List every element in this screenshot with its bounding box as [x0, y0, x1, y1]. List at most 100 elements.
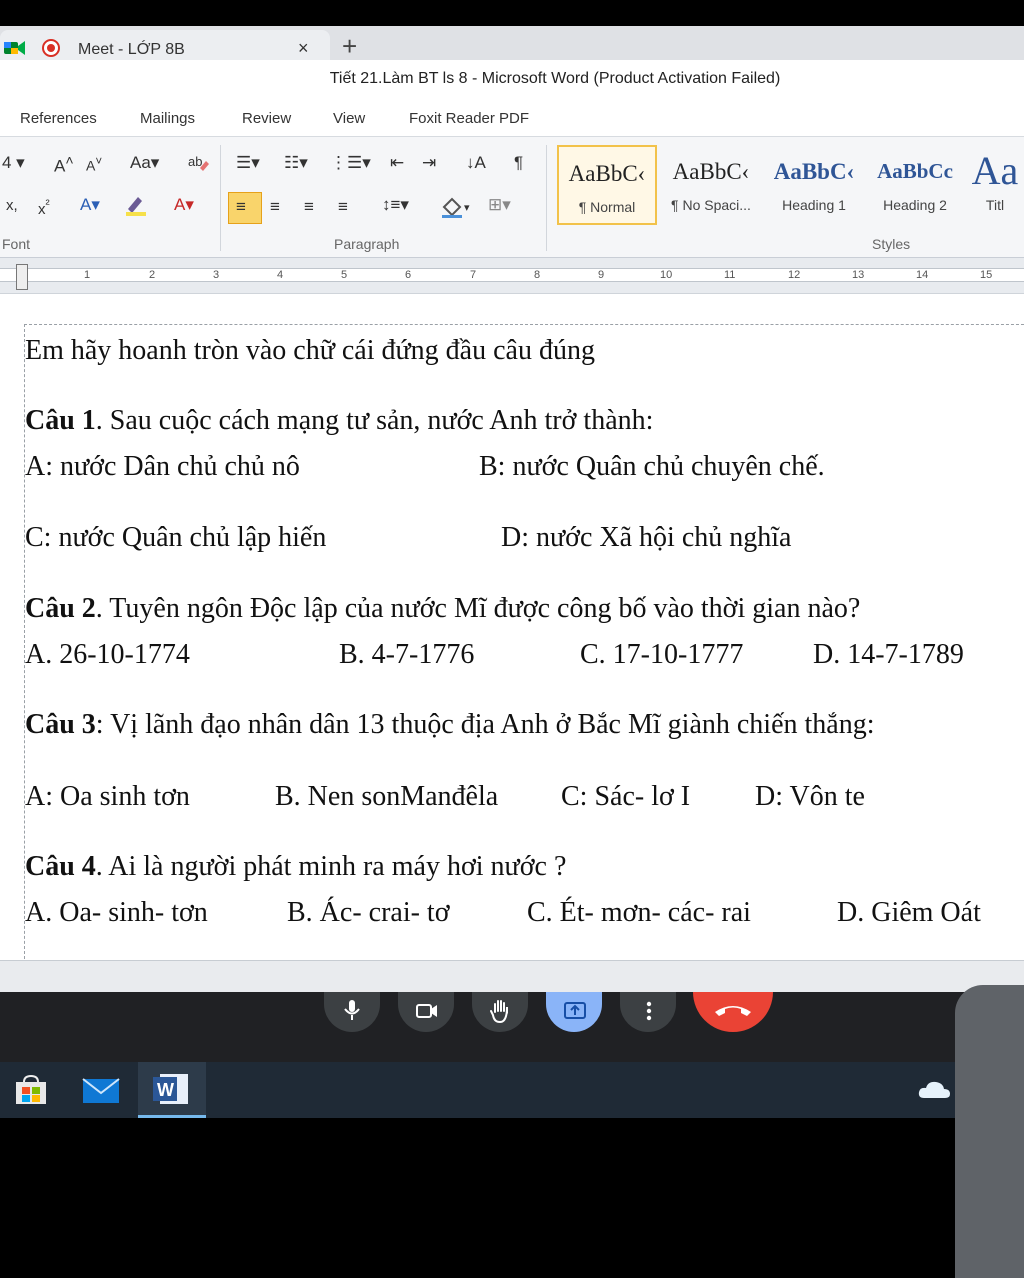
recording-icon [42, 39, 60, 57]
ruler-number: 10 [660, 269, 673, 281]
camera-icon [416, 1004, 437, 1018]
option-2c: C. 17-10-1777 [580, 639, 744, 670]
tab-view[interactable]: View [333, 110, 365, 127]
browser-tab-bar: Meet - LỚP 8B × + [0, 26, 1024, 62]
option-2a: A. 26-10-1774 [25, 639, 190, 670]
instruction-text: Em hãy hoanh tròn vào chữ cái đứng đầu c… [25, 335, 595, 366]
document-page[interactable]: Em hãy hoanh tròn vào chữ cái đứng đầu c… [24, 324, 1024, 964]
superscript-icon[interactable]: x² [38, 197, 50, 218]
subscript-icon[interactable]: x, [6, 197, 18, 214]
microphone-button[interactable] [324, 992, 380, 1032]
browser-tab-meet[interactable]: Meet - LỚP 8B × [0, 30, 330, 60]
option-1c: C: nước Quân chủ lập hiến [25, 522, 327, 553]
style-name: Heading 1 [782, 197, 846, 213]
align-center-icon[interactable]: ≡ [270, 197, 280, 217]
new-tab-button[interactable]: + [342, 31, 357, 62]
svg-text:ab: ab [188, 154, 202, 169]
onedrive-icon[interactable] [916, 1078, 952, 1107]
clear-formatting-icon[interactable]: ab [186, 151, 210, 178]
ruler-number: 14 [916, 269, 929, 281]
ruler-number: 1 [84, 269, 91, 281]
meet-side-panel [955, 985, 1024, 1278]
question-2: Câu 2. Tuyên ngôn Độc lập của nước Mĩ đư… [25, 593, 860, 625]
grow-font-icon[interactable]: A˄ [54, 153, 74, 177]
style-sample: Aa [971, 148, 1019, 193]
option-2d: D. 14-7-1789 [813, 639, 964, 670]
style-name: Titl [985, 197, 1005, 213]
hang-up-icon [715, 1006, 751, 1016]
option-4a: A. Oa- sinh- tơn [25, 897, 208, 928]
style-title[interactable]: Aa Titl [965, 145, 1024, 225]
font-size-dropdown[interactable]: 4 ▾ [2, 153, 25, 173]
align-right-icon[interactable]: ≡ [304, 197, 314, 217]
option-4d: D. Giêm Oát [837, 897, 981, 928]
question-label: Câu 3 [25, 709, 96, 740]
increase-indent-icon[interactable]: ⇥ [422, 153, 436, 173]
highlight-icon[interactable] [124, 193, 154, 222]
sort-icon[interactable]: ↓A [466, 153, 486, 173]
hang-up-button[interactable] [693, 992, 773, 1032]
borders-icon[interactable]: ⊞▾ [488, 195, 511, 215]
ruler-number: 15 [980, 269, 993, 281]
text-effects-icon[interactable]: A▾ [80, 195, 100, 215]
font-group-label: Font [2, 236, 31, 252]
raise-hand-icon [490, 1000, 508, 1024]
meet-control-bar [0, 992, 1024, 1062]
question-text: . Tuyên ngôn Độc lập của nước Mĩ được cô… [95, 593, 861, 624]
mail-icon[interactable] [82, 1076, 120, 1109]
shrink-font-icon[interactable]: A˅ [86, 155, 102, 174]
question-1: Câu 1. Sau cuộc cách mạng tư sản, nước A… [25, 405, 653, 437]
word-icon[interactable]: W [152, 1072, 190, 1111]
font-color-icon[interactable]: A▾ [174, 195, 194, 215]
numbering-icon[interactable]: ☷▾ [284, 153, 308, 173]
style-name: Heading 2 [883, 197, 947, 213]
ruler-number: 3 [213, 269, 220, 281]
store-icon[interactable] [14, 1074, 48, 1111]
ruler-number: 4 [277, 269, 284, 281]
change-case-icon[interactable]: Aa▾ [130, 153, 159, 173]
tab-review[interactable]: Review [242, 110, 291, 127]
taskbar: W [0, 1062, 955, 1118]
align-left-icon[interactable]: ≡ [236, 197, 246, 217]
style-heading-2[interactable]: AaBbCc Heading 2 [867, 145, 963, 225]
word-window: Tiết 21.Làm BT ls 8 - Microsoft Word (Pr… [0, 60, 1024, 964]
paragraph-group-label: Paragraph [334, 236, 400, 252]
tab-mailings[interactable]: Mailings [140, 110, 195, 127]
option-1b: B: nước Quân chủ chuyên chế. [479, 451, 825, 482]
camera-button[interactable] [398, 992, 454, 1032]
question-text: . Ai là người phát minh ra máy hơi nước … [95, 851, 567, 882]
present-screen-button[interactable] [546, 992, 602, 1032]
option-3d: D: Vôn te [755, 781, 865, 812]
multilevel-list-icon[interactable]: ⋮☰▾ [330, 153, 371, 173]
ruler-number: 11 [724, 269, 736, 281]
decrease-indent-icon[interactable]: ⇤ [390, 153, 404, 173]
question-3: Câu 3: Vị lãnh đạo nhân dân 13 thuộc địa… [25, 709, 875, 741]
show-formatting-icon[interactable]: ¶ [514, 153, 523, 173]
shading-icon[interactable]: ▾ [440, 195, 474, 224]
tab-references[interactable]: References [20, 110, 97, 127]
bullets-icon[interactable]: ☰▾ [236, 153, 260, 173]
more-options-icon [646, 1001, 652, 1021]
raise-hand-button[interactable] [472, 992, 528, 1032]
option-1a: A: nước Dân chủ chủ nô [25, 451, 300, 482]
svg-text:▾: ▾ [464, 202, 470, 214]
indent-marker[interactable] [16, 264, 28, 290]
tab-close-icon[interactable]: × [298, 38, 309, 59]
question-4: Câu 4. Ai là người phát minh ra máy hơi … [25, 851, 566, 883]
styles-group-label: Styles [872, 236, 911, 252]
style-no-spacing[interactable]: AaBbC‹ ¶ No Spaci... [661, 145, 761, 225]
option-4b: B. Ác- crai- tơ [287, 897, 450, 928]
more-options-button[interactable] [620, 992, 676, 1032]
ruler-number: 8 [534, 269, 541, 281]
tab-foxit-reader-pdf[interactable]: Foxit Reader PDF [409, 110, 529, 127]
style-normal[interactable]: AaBbC‹ ¶ Normal [557, 145, 657, 225]
style-heading-1[interactable]: AaBbC‹ Heading 1 [765, 145, 863, 225]
justify-icon[interactable]: ≡ [338, 197, 348, 217]
question-text: : Vị lãnh đạo nhân dân 13 thuộc địa Anh … [95, 709, 875, 740]
line-spacing-icon[interactable]: ↕≡▾ [382, 195, 409, 215]
ruler[interactable]: 1 2 3 4 5 6 7 8 9 10 11 12 13 14 15 [0, 258, 1024, 294]
option-3b: B. Nen sonManđêla [275, 781, 499, 812]
option-4c: C. Ét- mơn- các- rai [527, 897, 751, 928]
ribbon-separator [220, 145, 221, 251]
style-sample: AaBbC‹ [568, 161, 646, 186]
